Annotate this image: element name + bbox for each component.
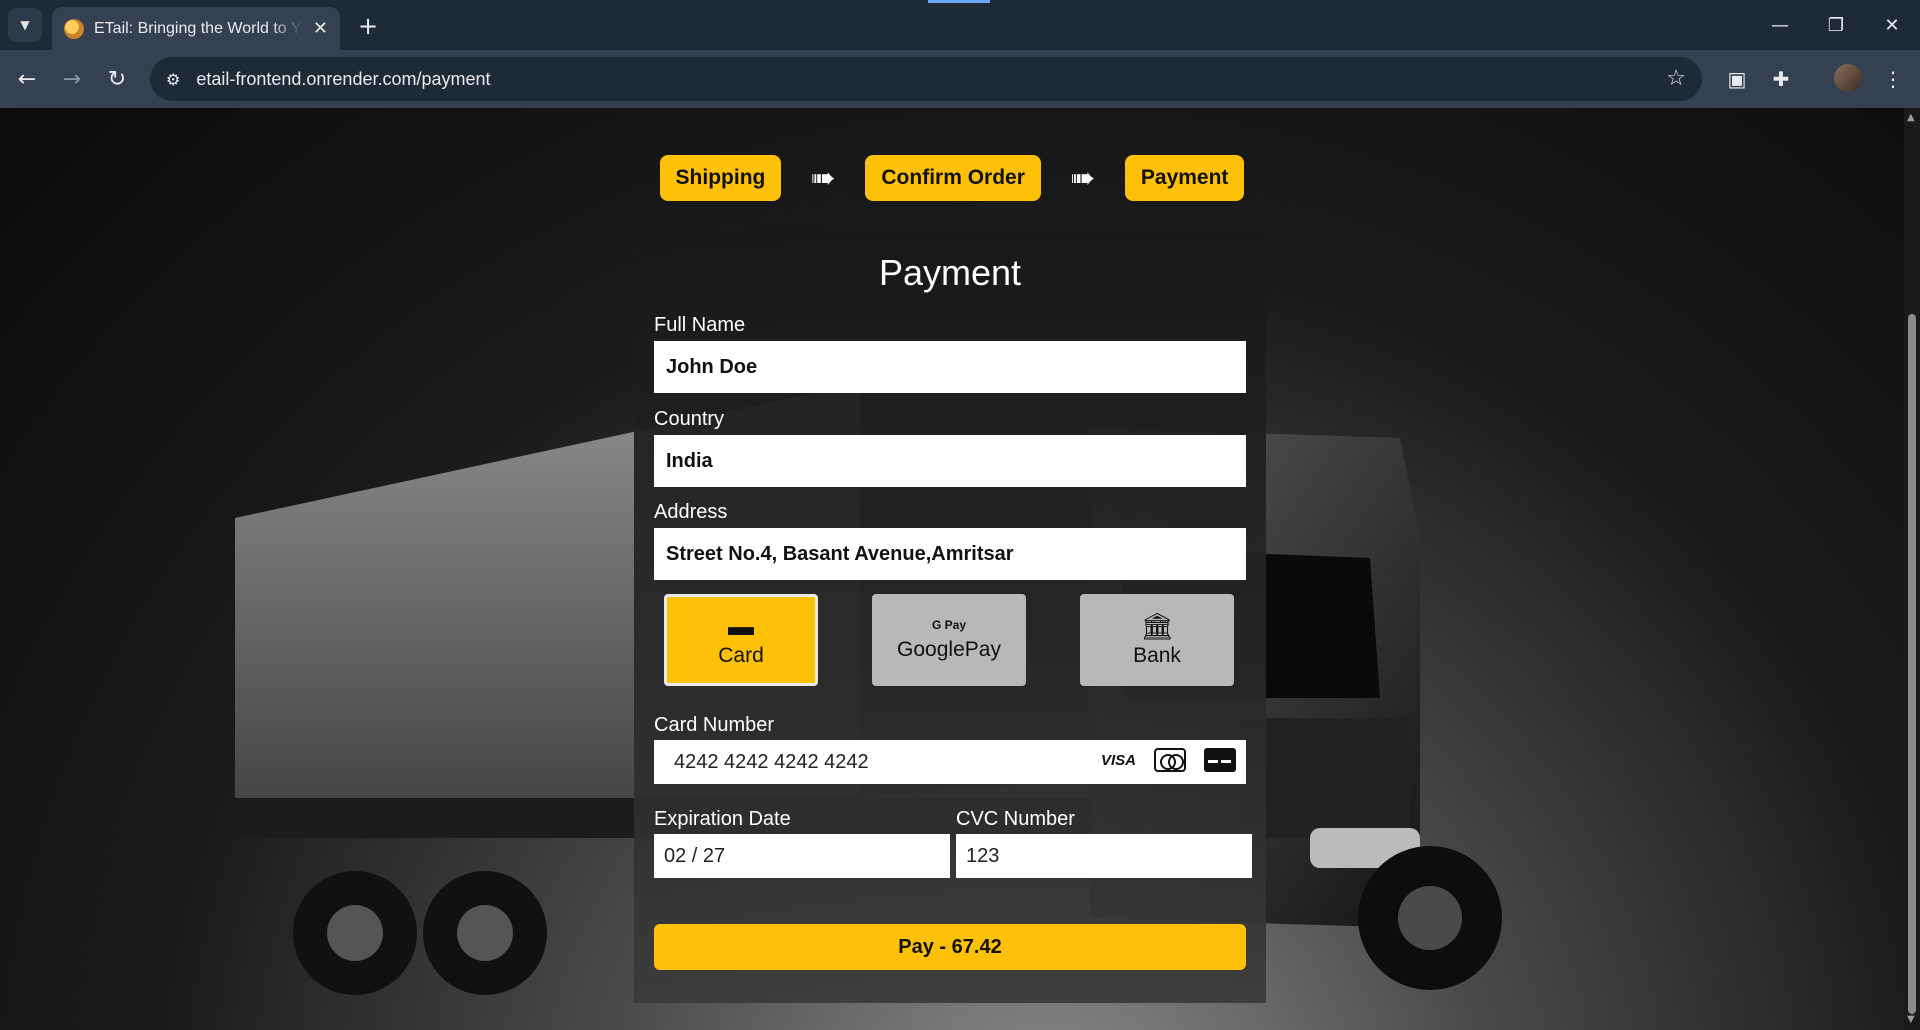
- address-label: Address: [654, 501, 728, 523]
- expiry-label: Expiration Date: [654, 808, 791, 830]
- site-favicon-icon: [64, 18, 84, 39]
- pay-button[interactable]: Pay - 67.42: [654, 924, 1246, 970]
- card-icon: ▬: [728, 611, 754, 641]
- full-name-label: Full Name: [654, 314, 746, 336]
- expiry-input[interactable]: 02 / 27: [654, 834, 950, 878]
- generic-card-icon: [1204, 748, 1236, 772]
- bookmark-star-icon[interactable]: ☆: [1666, 66, 1686, 91]
- cast-extension-icon[interactable]: ▣: [1722, 64, 1752, 94]
- step-confirm-order[interactable]: Confirm Order: [865, 155, 1041, 201]
- reload-button[interactable]: ↻: [100, 62, 134, 96]
- page-viewport: Shipping ➠ Confirm Order ➠ Payment Payme…: [0, 108, 1904, 1030]
- payment-method-label: Bank: [1133, 644, 1181, 667]
- extensions-puzzle-icon[interactable]: ✚: [1766, 64, 1796, 94]
- profile-avatar[interactable]: [1834, 64, 1862, 92]
- page-scrollbar[interactable]: ▲ ▼: [1904, 108, 1920, 1030]
- close-window-button[interactable]: ✕: [1864, 0, 1920, 50]
- tab-strip-accent: [928, 0, 990, 3]
- tab-title: ETail: Bringing the World to Your Door: [94, 19, 303, 37]
- new-tab-button[interactable]: +: [352, 10, 384, 42]
- cvc-input[interactable]: 123: [956, 834, 1252, 878]
- forward-button[interactable]: →: [55, 62, 89, 96]
- address-bar[interactable]: ⚙ etail-frontend.onrender.com/payment ☆: [150, 57, 1702, 101]
- payment-method-card[interactable]: ▬ Card: [664, 594, 818, 686]
- cvc-label: CVC Number: [956, 808, 1075, 830]
- address-url[interactable]: etail-frontend.onrender.com/payment: [196, 69, 490, 90]
- tab-close-icon[interactable]: ✕: [313, 18, 328, 39]
- browser-menu-icon[interactable]: ⋮: [1878, 64, 1908, 94]
- payment-form: Payment Full Name John Doe Country India…: [634, 230, 1266, 1003]
- payment-method-bank[interactable]: 🏛 Bank: [1080, 594, 1234, 686]
- browser-tab-active[interactable]: ETail: Bringing the World to Your Door ✕: [52, 7, 340, 50]
- step-payment[interactable]: Payment: [1124, 155, 1245, 201]
- card-brands: VISA: [1101, 748, 1236, 772]
- page-title: Payment: [878, 252, 1022, 293]
- scroll-up-icon[interactable]: ▲: [1907, 112, 1917, 123]
- site-info-icon[interactable]: ⚙: [166, 70, 180, 89]
- step-arrow-icon: ➠: [1070, 160, 1096, 196]
- back-button[interactable]: ←: [10, 62, 44, 96]
- full-name-input[interactable]: John Doe: [654, 341, 1246, 393]
- card-number-label: Card Number: [654, 714, 775, 736]
- tab-search-button[interactable]: ▼: [8, 8, 42, 42]
- checkout-steps: Shipping ➠ Confirm Order ➠ Payment: [0, 155, 1904, 201]
- payment-method-selector: ▬ Card G Pay GooglePay 🏛 Bank: [664, 594, 1236, 686]
- browser-toolbar: ← → ↻ ⚙ etail-frontend.onrender.com/paym…: [0, 50, 1920, 108]
- step-arrow-icon: ➠: [810, 160, 836, 196]
- address-input[interactable]: Street No.4, Basant Avenue,Amritsar: [654, 528, 1246, 580]
- card-number-input[interactable]: 4242 4242 4242 4242 VISA: [654, 740, 1246, 784]
- visa-icon: VISA: [1100, 751, 1136, 769]
- country-input[interactable]: India: [654, 435, 1246, 487]
- browser-tab-strip: ▼ ETail: Bringing the World to Your Door…: [0, 0, 1920, 50]
- gpay-icon: G Pay: [931, 618, 967, 632]
- payment-method-label: Card: [718, 644, 764, 667]
- mastercard-icon: [1154, 748, 1186, 772]
- scrollbar-thumb[interactable]: [1908, 314, 1916, 1014]
- card-number-value: 4242 4242 4242 4242: [674, 750, 869, 773]
- country-label: Country: [654, 408, 725, 430]
- scroll-down-icon[interactable]: ▼: [1907, 1014, 1917, 1025]
- step-shipping[interactable]: Shipping: [659, 155, 782, 201]
- payment-method-googlepay[interactable]: G Pay GooglePay: [872, 594, 1026, 686]
- payment-method-label: GooglePay: [897, 638, 1001, 661]
- restore-button[interactable]: ❐: [1808, 0, 1864, 50]
- bank-icon: 🏛: [1140, 611, 1174, 641]
- minimize-button[interactable]: —: [1752, 0, 1808, 50]
